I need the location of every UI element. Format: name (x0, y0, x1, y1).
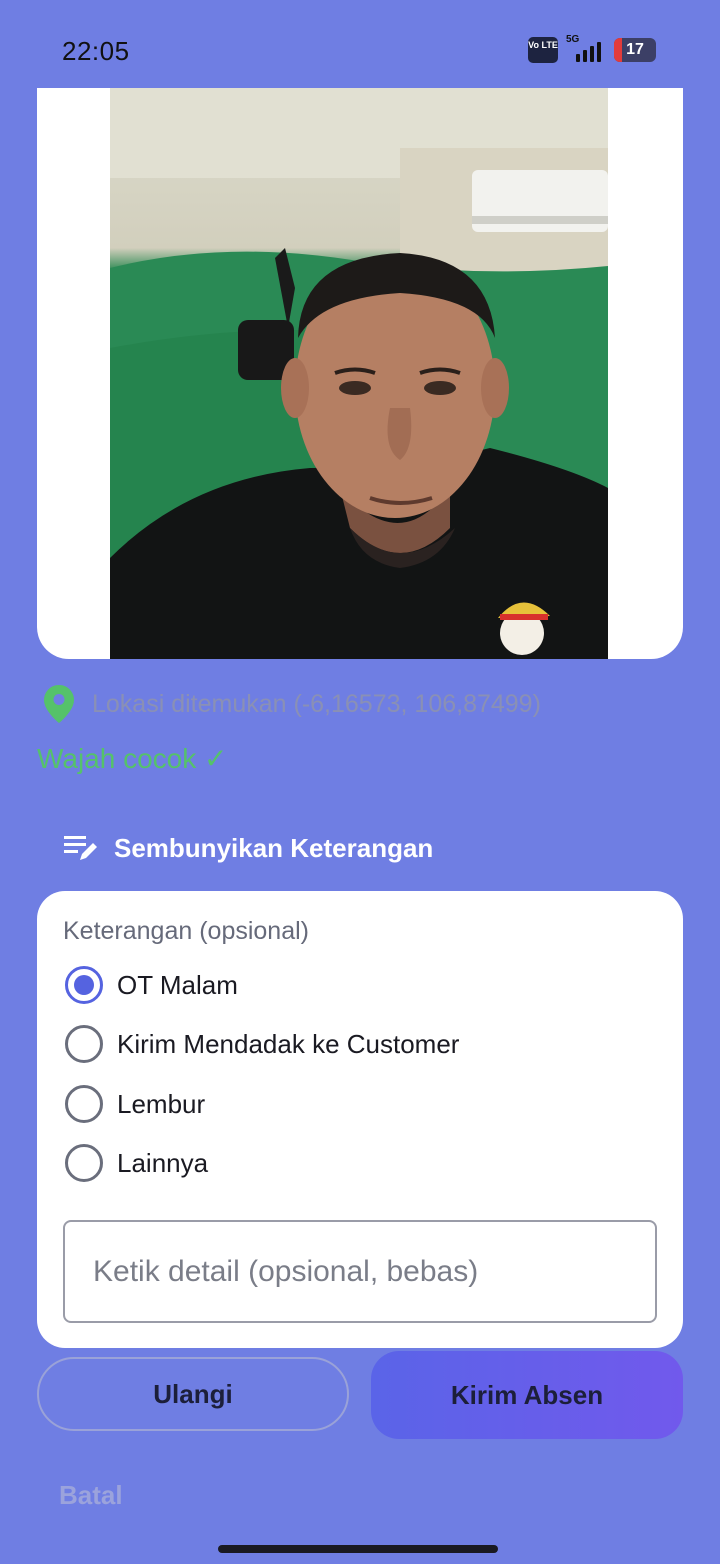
map-pin-icon (44, 685, 74, 723)
radio-label: Lembur (117, 1088, 206, 1119)
radio-label: OT Malam (117, 969, 238, 1000)
hide-notes-toggle[interactable]: Sembunyikan Keterangan (62, 828, 433, 868)
radio-option-lainnya[interactable]: Lainnya (65, 1141, 208, 1185)
radio-option-ot-malam[interactable]: OT Malam (65, 963, 238, 1007)
home-indicator[interactable] (218, 1545, 498, 1553)
location-status: Lokasi ditemukan (-6,16573, 106,87499) (44, 684, 541, 724)
radio-button-checked[interactable] (65, 966, 103, 1004)
signal-icon: 5G (566, 34, 606, 64)
radio-option-kirim-mendadak[interactable]: Kirim Mendadak ke Customer (65, 1022, 459, 1066)
retry-button[interactable]: Ulangi (37, 1357, 349, 1431)
notes-edit-icon (64, 836, 97, 860)
detail-input[interactable] (63, 1220, 657, 1323)
hide-notes-label: Sembunyikan Keterangan (114, 832, 434, 863)
selfie-photo (110, 88, 608, 659)
selfie-illustration (110, 88, 608, 659)
submit-attendance-button[interactable]: Kirim Absen (371, 1351, 683, 1439)
radio-button[interactable] (65, 1025, 103, 1063)
face-match-status: Wajah cocok ✓ (37, 743, 228, 774)
radio-option-lembur[interactable]: Lembur (65, 1082, 205, 1126)
radio-label: Kirim Mendadak ke Customer (117, 1028, 460, 1059)
radio-button[interactable] (65, 1144, 103, 1182)
radio-button[interactable] (65, 1085, 103, 1123)
status-time: 22:05 (62, 36, 130, 66)
radio-label: Lainnya (117, 1147, 209, 1178)
location-text: Lokasi ditemukan (-6,16573, 106,87499) (92, 689, 541, 718)
battery-level: 17 (626, 41, 644, 58)
status-icons: Vo LTE 5G 17 (528, 34, 656, 64)
status-bar: 22:05 Vo LTE 5G 17 (0, 0, 720, 90)
cancel-button[interactable]: Batal (59, 1480, 123, 1511)
battery-icon: 17 (614, 38, 656, 62)
notes-title: Keterangan (opsional) (63, 917, 309, 945)
notes-card: Keterangan (opsional) OT Malam Kirim Men… (37, 891, 683, 1348)
selfie-preview-card (37, 88, 683, 659)
volte-icon: Vo LTE (528, 37, 558, 63)
